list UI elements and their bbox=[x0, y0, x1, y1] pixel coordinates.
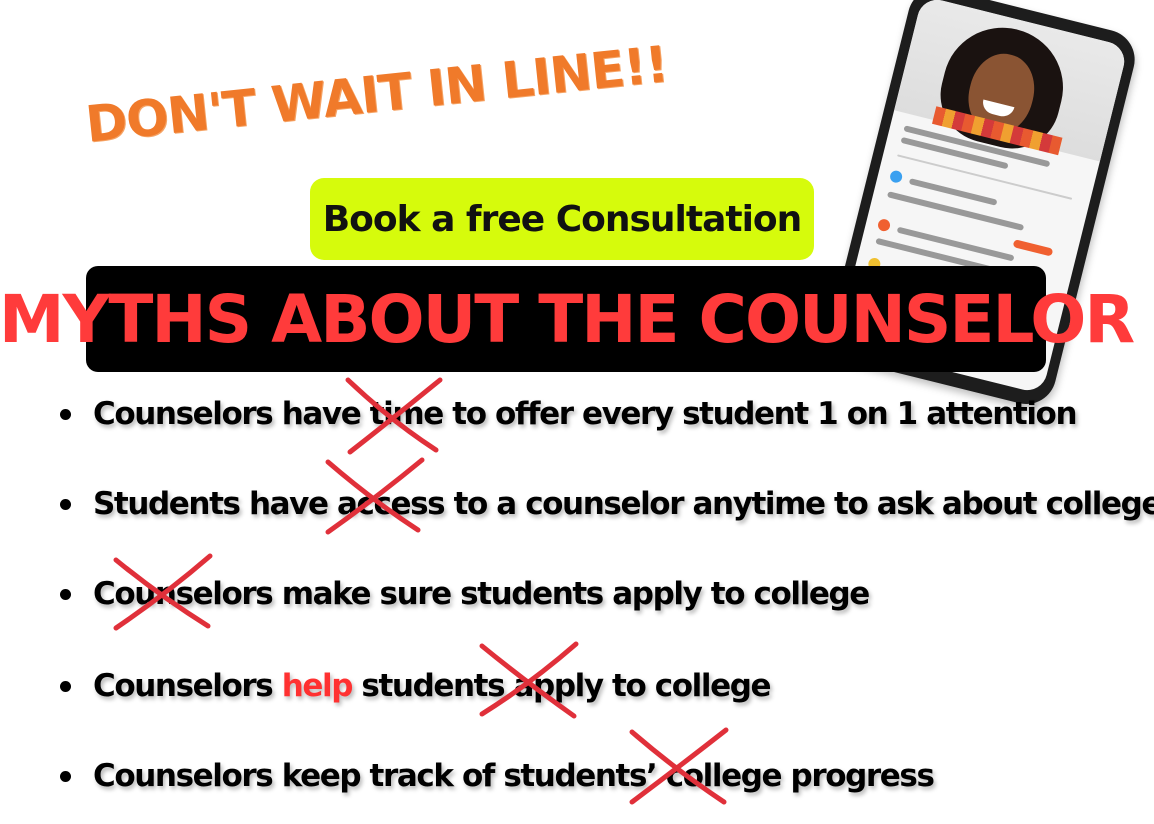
feed-line bbox=[896, 226, 1015, 262]
myth-text-before: Counselors bbox=[93, 668, 282, 704]
highlight-word: help bbox=[281, 668, 354, 704]
bullet-icon bbox=[60, 408, 71, 420]
list-item: Counselors have time to offer every stud… bbox=[60, 384, 1078, 444]
list-item: Counselors keep track of students’ colle… bbox=[60, 746, 935, 806]
bullet-icon bbox=[60, 498, 71, 510]
bullet-icon bbox=[60, 680, 71, 692]
list-item: Counselors make sure students apply to c… bbox=[60, 564, 870, 624]
list-item: Counselors help students apply to colleg… bbox=[60, 656, 772, 716]
myth-text-after: students apply to college bbox=[352, 668, 771, 704]
myth-text: Counselors have time to offer every stud… bbox=[93, 396, 1078, 432]
myth-text: Counselors keep track of students’ colle… bbox=[93, 758, 935, 794]
bullet-icon bbox=[60, 588, 71, 600]
avatar-dot bbox=[888, 169, 904, 184]
feed-line bbox=[886, 191, 1025, 231]
list-item: Students have access to a counselor anyt… bbox=[60, 474, 1154, 534]
avatar-dot bbox=[876, 217, 892, 233]
feed-action-button bbox=[1012, 239, 1054, 257]
book-consultation-button[interactable]: Book a free Consultation bbox=[310, 178, 814, 260]
myth-text: Students have access to a counselor anyt… bbox=[93, 486, 1154, 522]
myth-text: Counselors help students apply to colleg… bbox=[93, 668, 772, 704]
tagline: DON'T WAIT IN LINE!! bbox=[82, 35, 671, 154]
bullet-icon bbox=[60, 770, 71, 782]
myth-text: Counselors make sure students apply to c… bbox=[93, 576, 870, 612]
banner-title: MYTHS ABOUT THE COUNSELOR bbox=[0, 266, 1135, 372]
